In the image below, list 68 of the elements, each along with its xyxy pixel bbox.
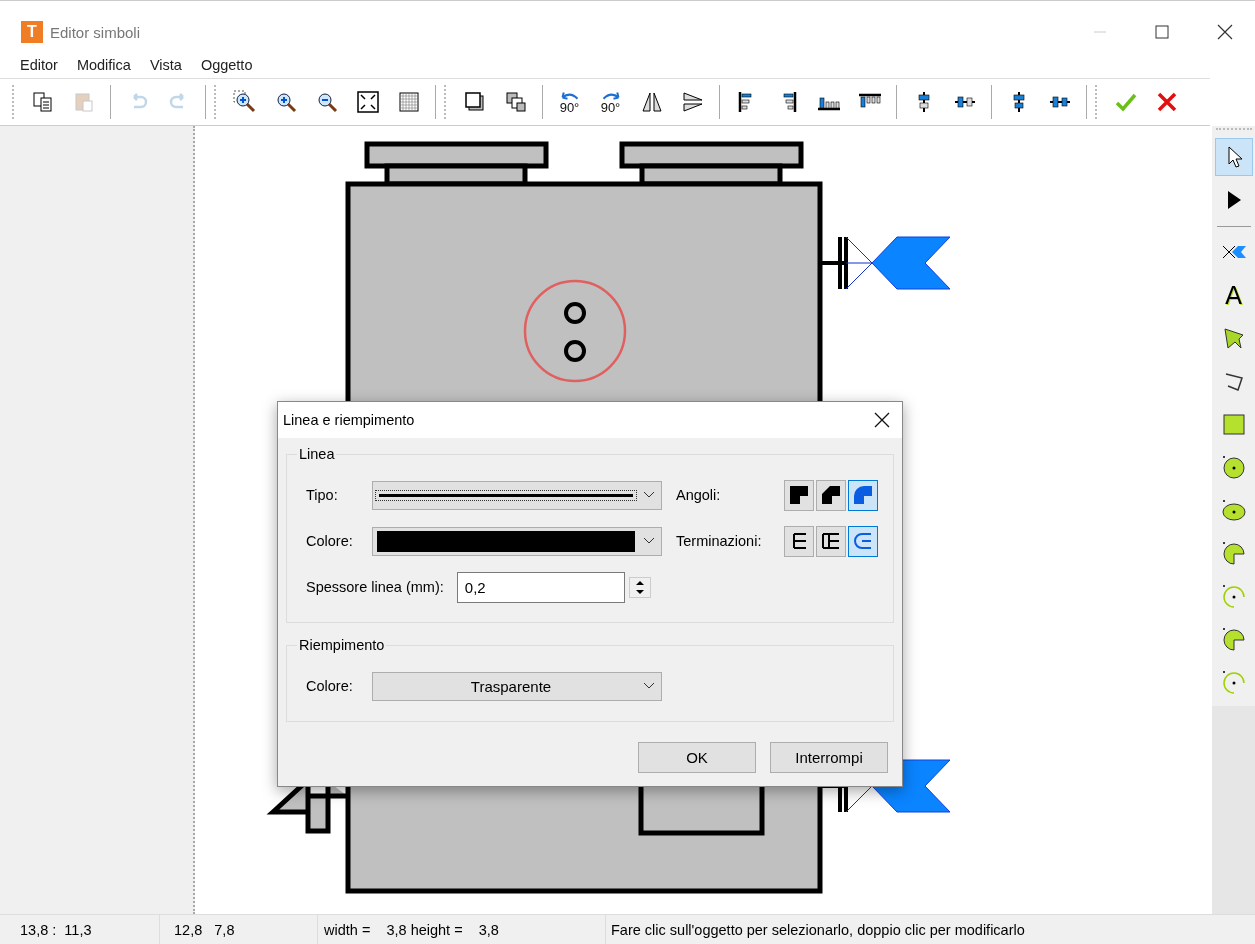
dialog-title: Linea e riempimento — [283, 412, 415, 428]
square-cap-icon — [820, 530, 842, 552]
rectangle-icon — [1220, 411, 1247, 437]
ellipse-icon — [1220, 497, 1247, 523]
up-arrow-icon — [634, 579, 645, 586]
pointer-tool[interactable] — [1214, 138, 1253, 176]
angle-label: 90° — [559, 101, 580, 114]
field-label: Tipo: — [306, 487, 339, 503]
menu-item[interactable]: Editor — [20, 57, 58, 73]
field-label: Colore: — [306, 533, 354, 549]
miter-corner-button[interactable] — [784, 479, 814, 511]
grid-icon — [396, 90, 421, 114]
chevron-down-icon — [643, 537, 655, 545]
flat-cap-button[interactable] — [784, 525, 814, 557]
miter-corner-icon — [788, 484, 810, 506]
close-icon[interactable] — [874, 412, 890, 428]
rotate-right-icon — [600, 90, 621, 100]
status-text: 13,8 : 11,3 — [0, 915, 160, 944]
group-title: Linea — [298, 446, 336, 462]
spin-buttons[interactable] — [628, 576, 651, 598]
angle-label: 90° — [600, 101, 621, 114]
flip-v-icon — [680, 90, 705, 114]
cancel-button[interactable]: Interrompi — [770, 742, 888, 773]
window-title: Editor simboli — [50, 23, 141, 41]
chevron-down-icon — [643, 491, 655, 499]
pie-icon — [1220, 626, 1247, 652]
line-type-dropdown[interactable] — [372, 480, 662, 510]
rotate-left-button[interactable]: 90° — [551, 83, 588, 121]
fit-icon — [355, 90, 380, 114]
arc-icon — [1220, 669, 1247, 695]
field-label: Colore: — [306, 678, 354, 694]
back-icon — [503, 90, 528, 114]
field-label: Spessore linea (mm): — [306, 579, 444, 595]
close-icon[interactable] — [1217, 24, 1233, 40]
status-text: width = 3,8 height = 3,8 — [318, 915, 606, 944]
bevel-corner-button[interactable] — [816, 479, 846, 511]
field-label: Angoli: — [676, 487, 722, 503]
down-arrow-icon — [634, 588, 645, 595]
round-cap-button[interactable] — [848, 525, 878, 557]
flip-h-icon — [639, 90, 664, 114]
pie-icon — [1220, 540, 1247, 566]
round-cap-icon — [852, 530, 874, 552]
line-width-field[interactable]: 0,2 — [456, 571, 625, 603]
maximize-icon[interactable] — [1155, 25, 1169, 39]
arc-icon — [1220, 583, 1247, 609]
front-icon — [462, 90, 487, 114]
fill-color-dropdown[interactable]: Trasparente — [372, 671, 662, 701]
menu-item[interactable]: Oggetto — [200, 57, 253, 73]
round-corner-button[interactable] — [848, 479, 878, 511]
copy-icon — [30, 90, 55, 114]
field-label: Terminazioni: — [676, 533, 763, 549]
round-corner-icon — [852, 484, 874, 506]
line-color-dropdown[interactable] — [372, 526, 662, 556]
menu-item[interactable]: Vista — [149, 57, 182, 73]
app-logo: T — [21, 21, 43, 43]
bevel-corner-icon — [820, 484, 842, 506]
status-text: Fare clic sull'oggetto per selezionarlo, doppio clic per modificarlo — [610, 920, 1026, 940]
group-title: Riempimento — [298, 637, 386, 653]
rotate-left-icon — [559, 90, 580, 100]
status-text: 12,8 7,8 — [160, 915, 318, 944]
menu-item[interactable]: Modifica — [76, 57, 131, 73]
circle-icon — [1220, 454, 1247, 480]
zoom-area-icon — [232, 90, 257, 114]
ok-button[interactable]: OK — [638, 742, 756, 773]
text-tool[interactable]: A — [1214, 276, 1253, 314]
square-cap-button[interactable] — [816, 525, 846, 557]
chevron-down-icon — [643, 682, 655, 690]
rotate-right-button[interactable]: 90° — [592, 83, 629, 121]
